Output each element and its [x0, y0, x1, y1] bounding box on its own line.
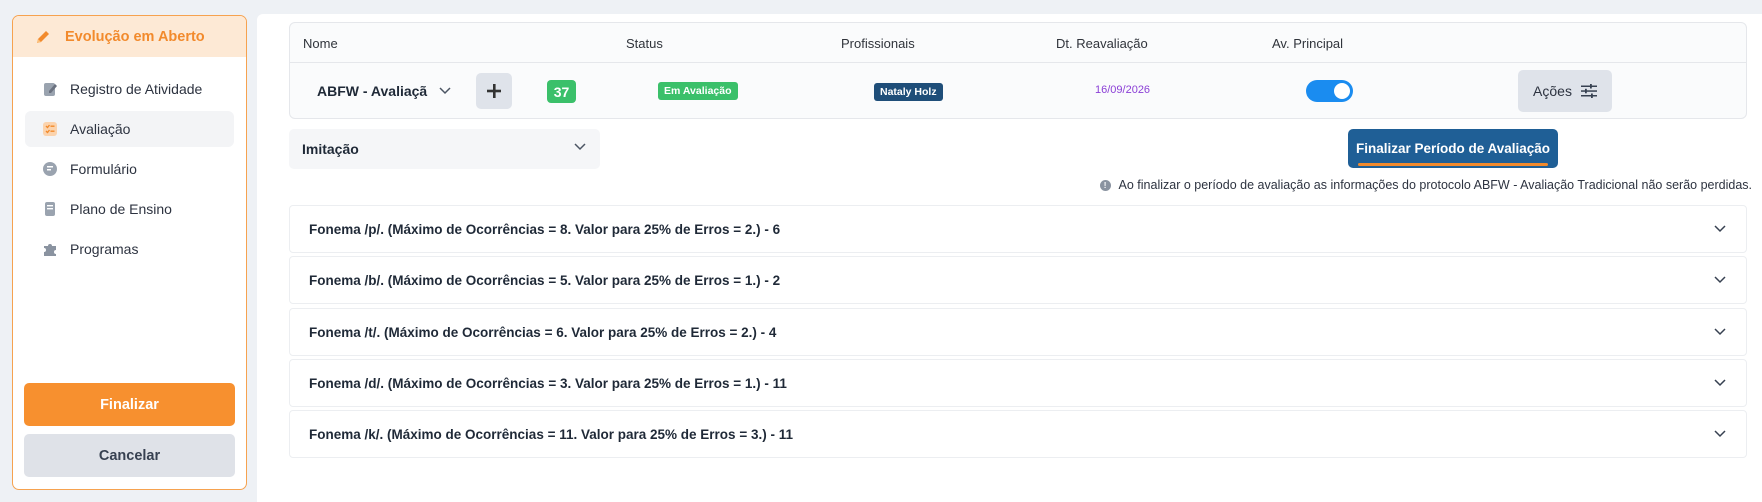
column-header-principal: Av. Principal [1272, 36, 1344, 51]
column-header-status: Status [626, 36, 663, 51]
pencil-icon [37, 30, 49, 43]
sidebar-item-label: Plano de Ensino [70, 201, 172, 217]
sidebar-item-registro-atividade[interactable]: Registro de Atividade [25, 71, 234, 107]
professional-badge: Nataly Holz [874, 83, 943, 101]
sidebar-header-title: Evolução em Aberto [65, 28, 205, 45]
evaluation-name-select[interactable]: ABFW - Avaliaçã [317, 63, 451, 119]
acoes-label: Ações [1533, 83, 1572, 99]
sidebar-item-label: Registro de Atividade [70, 81, 203, 97]
column-header-nome: Nome [303, 36, 338, 51]
finalizar-periodo-button[interactable]: Finalizar Período de Avaliação [1348, 129, 1558, 168]
sidebar-item-formulario[interactable]: Formulário [25, 151, 234, 187]
count-badge: 37 [547, 80, 576, 103]
column-header-profissionais: Profissionais [841, 36, 915, 51]
table-row: ABFW - Avaliaçã 37 Em Avaliação Nataly H… [290, 63, 1746, 119]
sidebar-item-label: Programas [70, 241, 139, 257]
fonema-title: Fonema /k/. (Máximo de Ocorrências = 11.… [309, 426, 793, 442]
chevron-down-icon [1714, 276, 1726, 284]
sidebar-header: Evolução em Aberto [13, 16, 246, 57]
principal-toggle[interactable] [1306, 80, 1353, 102]
chevron-down-icon [1714, 225, 1726, 233]
sidebar-item-avaliacao[interactable]: Avaliação [25, 111, 234, 147]
reevaluation-date: 16/09/2026 [1095, 84, 1151, 96]
toggle-knob [1334, 83, 1350, 99]
chevron-down-icon [1714, 328, 1726, 336]
button-underline [1358, 163, 1548, 166]
evaluation-name: ABFW - Avaliaçã [317, 83, 428, 99]
info-icon: ! [1099, 179, 1111, 191]
evaluation-table: Nome Status Profissionais Dt. Reavaliaçã… [289, 22, 1747, 119]
fonema-title: Fonema /b/. (Máximo de Ocorrências = 5. … [309, 272, 781, 288]
sidebar-item-plano-ensino[interactable]: Plano de Ensino [25, 191, 234, 227]
column-header-reavaliacao: Dt. Reavaliação [1056, 36, 1148, 51]
status-badge: Em Avaliação [658, 82, 738, 100]
acoes-button[interactable]: Ações [1518, 70, 1612, 112]
chevron-down-icon [439, 87, 451, 95]
fonema-accordion-b[interactable]: Fonema /b/. (Máximo de Ocorrências = 5. … [289, 256, 1747, 304]
puzzle-icon [41, 240, 59, 258]
fonema-accordion-k[interactable]: Fonema /k/. (Máximo de Ocorrências = 11.… [289, 410, 1747, 458]
form-icon [41, 160, 59, 178]
book-icon [41, 200, 59, 218]
finalizar-button[interactable]: Finalizar [24, 383, 235, 426]
imitacao-label: Imitação [302, 141, 359, 157]
imitacao-select[interactable]: Imitação [289, 129, 600, 169]
sidebar-menu: Registro de Atividade Avaliação Formulár… [13, 57, 246, 267]
fonema-accordion-p[interactable]: Fonema /p/. (Máximo de Ocorrências = 8. … [289, 205, 1747, 253]
cancelar-button[interactable]: Cancelar [24, 434, 235, 477]
fonema-title: Fonema /d/. (Máximo de Ocorrências = 3. … [309, 375, 787, 391]
sidebar-item-programas[interactable]: Programas [25, 231, 234, 267]
info-message: ! Ao finalizar o período de avaliação as… [1099, 178, 1752, 192]
table-header: Nome Status Profissionais Dt. Reavaliaçã… [290, 23, 1746, 63]
fonema-accordion-t[interactable]: Fonema /t/. (Máximo de Ocorrências = 6. … [289, 308, 1747, 356]
chevron-down-icon [1714, 379, 1726, 387]
add-button[interactable] [476, 73, 512, 109]
info-text: Ao finalizar o período de avaliação as i… [1118, 178, 1752, 192]
sidebar: Evolução em Aberto Registro de Atividade… [12, 15, 247, 490]
fonema-title: Fonema /p/. (Máximo de Ocorrências = 8. … [309, 221, 781, 237]
sliders-icon [1580, 84, 1597, 98]
edit-doc-icon [41, 80, 59, 98]
checklist-icon [41, 120, 59, 138]
finalizar-periodo-label: Finalizar Período de Avaliação [1355, 141, 1551, 156]
plus-icon [487, 84, 501, 98]
fonema-accordion-d[interactable]: Fonema /d/. (Máximo de Ocorrências = 3. … [289, 359, 1747, 407]
main-panel: Nome Status Profissionais Dt. Reavaliaçã… [257, 14, 1762, 502]
chevron-down-icon [574, 143, 586, 151]
sidebar-item-label: Avaliação [70, 121, 131, 137]
fonema-title: Fonema /t/. (Máximo de Ocorrências = 6. … [309, 324, 777, 340]
sidebar-item-label: Formulário [70, 161, 137, 177]
chevron-down-icon [1714, 430, 1726, 438]
